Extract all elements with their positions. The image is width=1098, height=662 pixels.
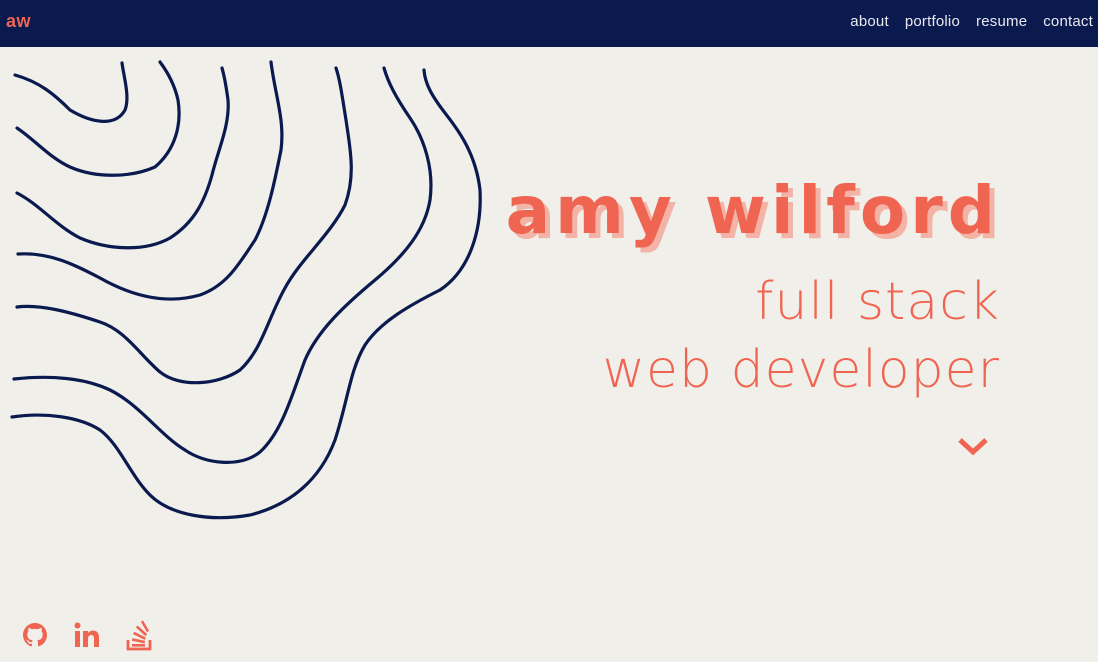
wavy-line (10, 68, 482, 520)
hero-subtitle-line1: full stack (755, 272, 1000, 332)
github-icon[interactable] (20, 620, 50, 652)
social-links (20, 620, 154, 652)
stackoverflow-icon[interactable] (124, 620, 154, 652)
nav-link-portfolio[interactable]: portfolio (905, 13, 960, 30)
nav-link-about[interactable]: about (850, 13, 889, 30)
wavy-line (13, 61, 129, 123)
brand-logo[interactable]: aw (6, 11, 31, 32)
decorative-wavy-lines (10, 60, 482, 520)
chevron-down-icon[interactable] (958, 434, 988, 458)
nav-links: about portfolio resume contact (850, 13, 1093, 30)
hero-name: amy wilford (505, 172, 1000, 249)
wavy-line (15, 66, 230, 250)
wavy-line (15, 60, 181, 177)
navbar: aw about portfolio resume contact (0, 0, 1098, 47)
nav-link-contact[interactable]: contact (1043, 13, 1093, 30)
nav-link-resume[interactable]: resume (976, 13, 1027, 30)
hero-subtitle-line2: web developer (602, 340, 1000, 400)
linkedin-icon[interactable] (72, 620, 102, 652)
